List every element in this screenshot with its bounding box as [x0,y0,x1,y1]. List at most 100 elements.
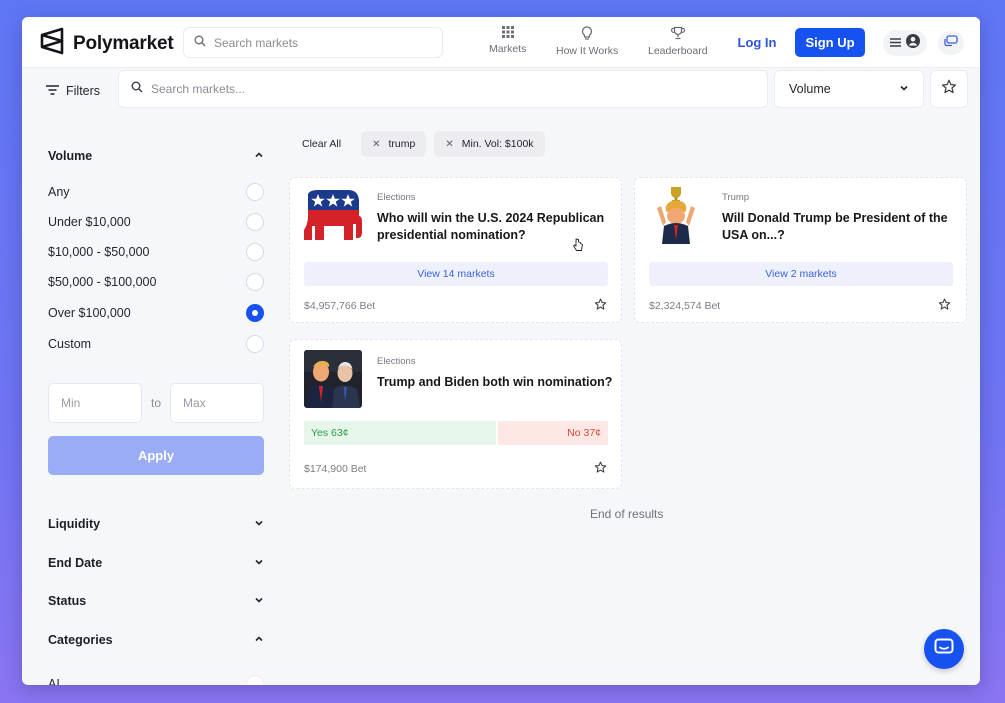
polymarket-logo[interactable]: Polymarket [39,27,174,60]
end-date-section-header[interactable]: End Date [48,556,264,570]
filters-button[interactable]: Filters [37,76,111,106]
filters-label: Filters [66,84,101,98]
trump-trophy-cartoon [649,186,707,244]
app-window: Polymarket Markets How It Works [22,17,980,685]
liquidity-section-header[interactable]: Liquidity [48,517,264,531]
lightbulb-icon [581,26,593,43]
market-search-input[interactable] [151,82,351,96]
trump-biden-photo [304,350,362,408]
yes-outcome-bar[interactable]: Yes 63¢ [304,421,496,445]
radio-button-selected[interactable] [246,304,264,322]
liquidity-heading: Liquidity [48,517,101,531]
yes-price: Yes 63¢ [311,427,349,439]
header-search[interactable] [183,27,443,58]
custom-volume-range: Min to Max [48,383,264,423]
radio-button[interactable] [246,183,264,201]
view-markets-button[interactable]: View 2 markets [649,262,953,286]
clear-all-button[interactable]: Clear All [290,131,353,157]
market-title[interactable]: Trump and Biden both win nomination? [377,374,612,391]
filter-toolbar: Filters Volume [22,68,980,112]
filter-chip-trump[interactable]: ✕ trump [361,131,427,157]
market-card[interactable]: Elections Trump and Biden both win nomin… [289,339,622,489]
volume-option-under-10k[interactable]: Under $10,000 [48,213,264,231]
polymarket-logo-icon [39,27,65,60]
status-heading: Status [48,594,87,608]
login-button[interactable]: Log In [731,29,783,56]
radio-button[interactable] [246,213,264,231]
favorites-filter-button[interactable] [930,70,968,108]
filter-sidebar: Volume Any Under $10,000 $10,000 - $50,0… [48,137,264,685]
market-title[interactable]: Who will win the U.S. 2024 Republican [377,210,604,227]
market-title-continued[interactable]: USA on...? [722,227,785,244]
market-volume: $174,900 Bet [304,463,367,475]
no-outcome-bar[interactable]: No 37¢ [498,421,608,445]
top-navbar: Polymarket Markets How It Works [22,17,980,68]
support-chat-button[interactable] [924,629,964,669]
chip-label: Min. Vol: $100k [461,138,534,150]
sort-dropdown[interactable]: Volume [774,70,924,108]
mouse-pointer-icon [572,238,584,257]
categories-section-header[interactable]: Categories [48,633,264,647]
close-icon[interactable]: ✕ [445,139,453,150]
category-option-ai[interactable]: AI [48,675,264,685]
chat-bubbles-icon [944,34,958,52]
nav-markets[interactable]: Markets [489,26,526,55]
nav-leaderboard[interactable]: Leaderboard [648,26,708,57]
end-of-results-text: End of results [590,507,664,521]
radio-button[interactable] [246,335,264,353]
chat-icon [934,638,954,661]
market-category: Elections [377,192,416,203]
volume-option-custom[interactable]: Custom [48,335,264,353]
nav-how-it-works[interactable]: How It Works [556,26,618,57]
radio-button[interactable] [246,243,264,261]
chevron-up-icon [254,149,264,163]
category-option-label: AI [48,677,60,685]
radio-button[interactable] [246,273,264,291]
chevron-down-icon [254,556,264,570]
max-volume-input[interactable]: Max [170,383,264,423]
volume-option-any[interactable]: Any [48,183,264,201]
checkbox[interactable] [246,675,264,685]
categories-heading: Categories [48,633,113,647]
star-icon[interactable] [938,298,951,311]
chip-label: trump [388,138,416,150]
account-menu-button[interactable] [883,30,927,56]
market-search[interactable] [118,70,768,108]
filter-chip-min-volume[interactable]: ✕ Min. Vol: $100k [434,131,545,157]
volume-option-10k-50k[interactable]: $10,000 - $50,000 [48,243,264,261]
market-category: Trump [722,192,750,203]
search-icon [131,80,143,98]
messages-button[interactable] [938,31,964,55]
volume-option-label: Any [48,185,70,199]
republican-elephant-logo [304,186,362,244]
volume-option-50k-100k[interactable]: $50,000 - $100,000 [48,273,264,291]
star-icon[interactable] [594,298,607,311]
market-card[interactable]: Trump Will Donald Trump be President of … [634,177,967,323]
market-card[interactable]: Elections Who will win the U.S. 2024 Rep… [289,177,622,323]
volume-section-header[interactable]: Volume [48,149,264,163]
volume-option-label: $50,000 - $100,000 [48,275,157,289]
status-section-header[interactable]: Status [48,594,264,608]
hamburger-icon [890,34,901,52]
close-icon[interactable]: ✕ [372,139,380,150]
min-volume-input[interactable]: Min [48,383,142,423]
volume-option-label: Over $100,000 [48,306,131,320]
volume-heading: Volume [48,149,93,163]
filter-lines-icon [46,84,59,98]
chevron-down-icon [899,82,909,96]
signup-button[interactable]: Sign Up [795,28,865,57]
sort-value: Volume [789,82,831,96]
trophy-icon [670,26,685,43]
view-markets-button[interactable]: View 14 markets [304,262,608,286]
volume-option-label: $10,000 - $50,000 [48,245,150,259]
header-search-input[interactable] [214,35,414,50]
apply-button[interactable]: Apply [48,436,264,475]
nav-markets-label: Markets [489,43,527,55]
nav-how-it-works-label: How It Works [556,45,619,57]
volume-option-over-100k[interactable]: Over $100,000 [48,304,264,322]
star-icon[interactable] [594,461,607,474]
no-price: No 37¢ [567,427,601,439]
market-title-continued[interactable]: presidential nomination? [377,227,526,244]
active-filters: Clear All ✕ trump ✕ Min. Vol: $100k [290,131,545,157]
market-title[interactable]: Will Donald Trump be President of the [722,210,948,227]
